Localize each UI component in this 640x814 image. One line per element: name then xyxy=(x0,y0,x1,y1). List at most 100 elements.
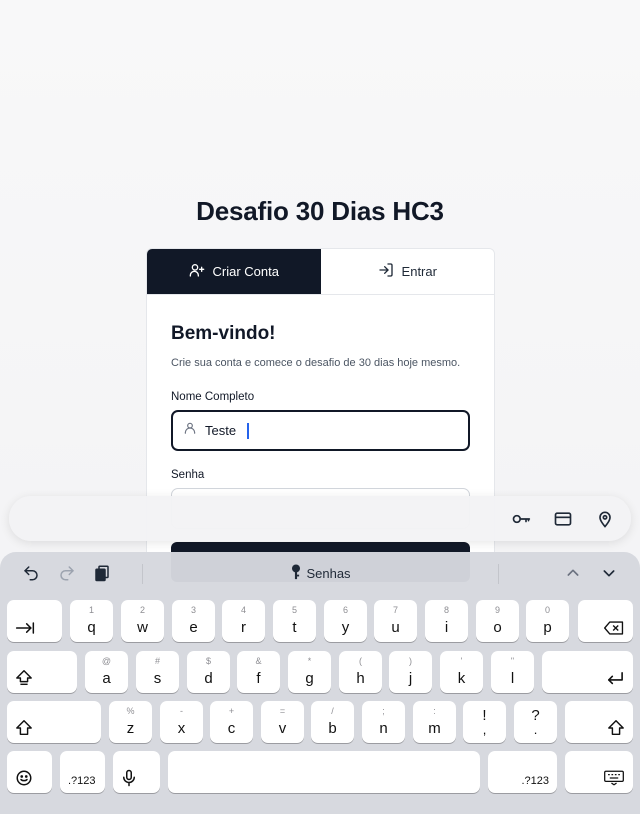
key-hint: 7 xyxy=(392,605,398,615)
key-s[interactable]: # s xyxy=(136,651,179,693)
key-label: z xyxy=(126,720,135,737)
key-hint: : xyxy=(433,706,436,716)
keyboard: Senhas 1q 2w 3e 4r 5t 6y 7u 8i 9o 0p @ a … xyxy=(0,552,640,814)
key-u[interactable]: 7u xyxy=(374,600,417,642)
keyboard-toolbar: Senhas xyxy=(0,552,640,596)
key-label: k xyxy=(457,670,466,687)
key-hint: & xyxy=(255,656,262,666)
key-hint: ' xyxy=(460,656,463,666)
key-hint: 2 xyxy=(139,605,145,615)
key-v[interactable]: = v xyxy=(261,701,304,743)
user-icon xyxy=(183,421,197,440)
space-key[interactable] xyxy=(168,751,480,793)
caps-lock-key[interactable] xyxy=(7,651,77,693)
log-in-icon xyxy=(378,262,394,281)
tab-key[interactable] xyxy=(7,600,62,642)
shift-key-left[interactable] xyxy=(7,701,101,743)
key-hint: % xyxy=(126,706,135,716)
key-icon xyxy=(290,563,302,583)
key-label: j xyxy=(408,670,413,687)
key-hint: 6 xyxy=(342,605,348,615)
key-label: l xyxy=(510,670,515,687)
key-label: g xyxy=(305,670,314,687)
auth-tabs: Criar Conta Entrar xyxy=(147,249,494,295)
chevron-down-icon[interactable] xyxy=(598,562,620,584)
tab-label: Criar Conta xyxy=(212,264,279,279)
key-i[interactable]: 8i xyxy=(425,600,468,642)
shift-key-right[interactable] xyxy=(565,701,633,743)
emoji-key[interactable] xyxy=(7,751,52,793)
key-z[interactable]: % z xyxy=(109,701,152,743)
key-m[interactable]: :m xyxy=(413,701,456,743)
location-pin-icon[interactable] xyxy=(595,509,615,529)
name-input[interactable] xyxy=(205,423,241,438)
key-question[interactable]: ? . xyxy=(514,701,557,743)
key-hint: ) xyxy=(409,656,412,666)
dictation-key[interactable] xyxy=(113,751,160,793)
key-t[interactable]: 5t xyxy=(273,600,316,642)
key-j[interactable]: ) j xyxy=(389,651,432,693)
key-sublabel: , xyxy=(482,722,487,737)
text-caret xyxy=(247,422,249,439)
tab-entrar[interactable]: Entrar xyxy=(320,249,494,294)
key-label: m xyxy=(428,720,441,737)
key-x[interactable]: -x xyxy=(160,701,203,743)
redo-icon[interactable] xyxy=(56,562,78,584)
welcome-subtitle: Crie sua conta e comece o desafio de 30 … xyxy=(171,357,461,369)
key-f[interactable]: & f xyxy=(237,651,280,693)
key-p[interactable]: 0p xyxy=(526,600,569,642)
tab-criar-conta[interactable]: Criar Conta xyxy=(147,249,321,294)
key-label: i xyxy=(444,619,449,636)
credit-card-icon[interactable] xyxy=(553,509,573,529)
chevron-up-icon[interactable] xyxy=(562,562,584,584)
key-n[interactable]: ; n xyxy=(362,701,405,743)
key-b[interactable]: / b xyxy=(311,701,354,743)
key-hint: ( xyxy=(359,656,362,666)
key-k[interactable]: ' k xyxy=(440,651,483,693)
key-label: b xyxy=(328,720,337,737)
key-label: f xyxy=(256,670,261,687)
key-hint: 1 xyxy=(88,605,94,615)
undo-icon[interactable] xyxy=(20,562,42,584)
key-sublabel: . xyxy=(533,722,538,737)
key-q[interactable]: 1q xyxy=(70,600,113,642)
key-label: d xyxy=(204,670,213,687)
user-plus-icon xyxy=(189,262,205,281)
key-label: u xyxy=(391,619,400,636)
key-e[interactable]: 3e xyxy=(172,600,215,642)
passwords-button[interactable]: Senhas xyxy=(172,558,469,588)
numbers-key-right[interactable]: .?123 xyxy=(488,751,557,793)
key-hint: = xyxy=(279,706,286,716)
key-y[interactable]: 6y xyxy=(324,600,367,642)
key-hint: 5 xyxy=(291,605,297,615)
key-icon[interactable] xyxy=(511,509,531,529)
clipboard-icon[interactable] xyxy=(91,562,113,584)
hide-keyboard-key[interactable] xyxy=(565,751,633,793)
key-g[interactable]: * g xyxy=(288,651,331,693)
key-l[interactable]: " l xyxy=(491,651,534,693)
key-label: q xyxy=(87,619,96,636)
key-label: t xyxy=(292,619,297,636)
key-a[interactable]: @ a xyxy=(85,651,128,693)
key-label: .?123 xyxy=(68,775,96,787)
key-r[interactable]: 4r xyxy=(222,600,265,642)
key-exclamation[interactable]: ! , xyxy=(463,701,506,743)
key-hint: - xyxy=(180,706,183,716)
key-w[interactable]: 2w xyxy=(121,600,164,642)
key-label: a xyxy=(102,670,111,687)
key-c[interactable]: + c xyxy=(210,701,253,743)
name-field[interactable] xyxy=(171,410,470,451)
return-key[interactable] xyxy=(542,651,633,693)
key-hint: / xyxy=(331,706,334,716)
key-h[interactable]: (h xyxy=(339,651,382,693)
key-hint: @ xyxy=(101,656,112,666)
numbers-key-left[interactable]: .?123 xyxy=(60,751,105,793)
key-label: h xyxy=(356,670,365,687)
key-hint: 8 xyxy=(443,605,449,615)
key-label: w xyxy=(137,619,148,636)
key-hint: + xyxy=(228,706,235,716)
key-d[interactable]: $ d xyxy=(187,651,230,693)
key-o[interactable]: 9o xyxy=(476,600,519,642)
key-label: p xyxy=(543,619,552,636)
backspace-key[interactable] xyxy=(578,600,633,642)
